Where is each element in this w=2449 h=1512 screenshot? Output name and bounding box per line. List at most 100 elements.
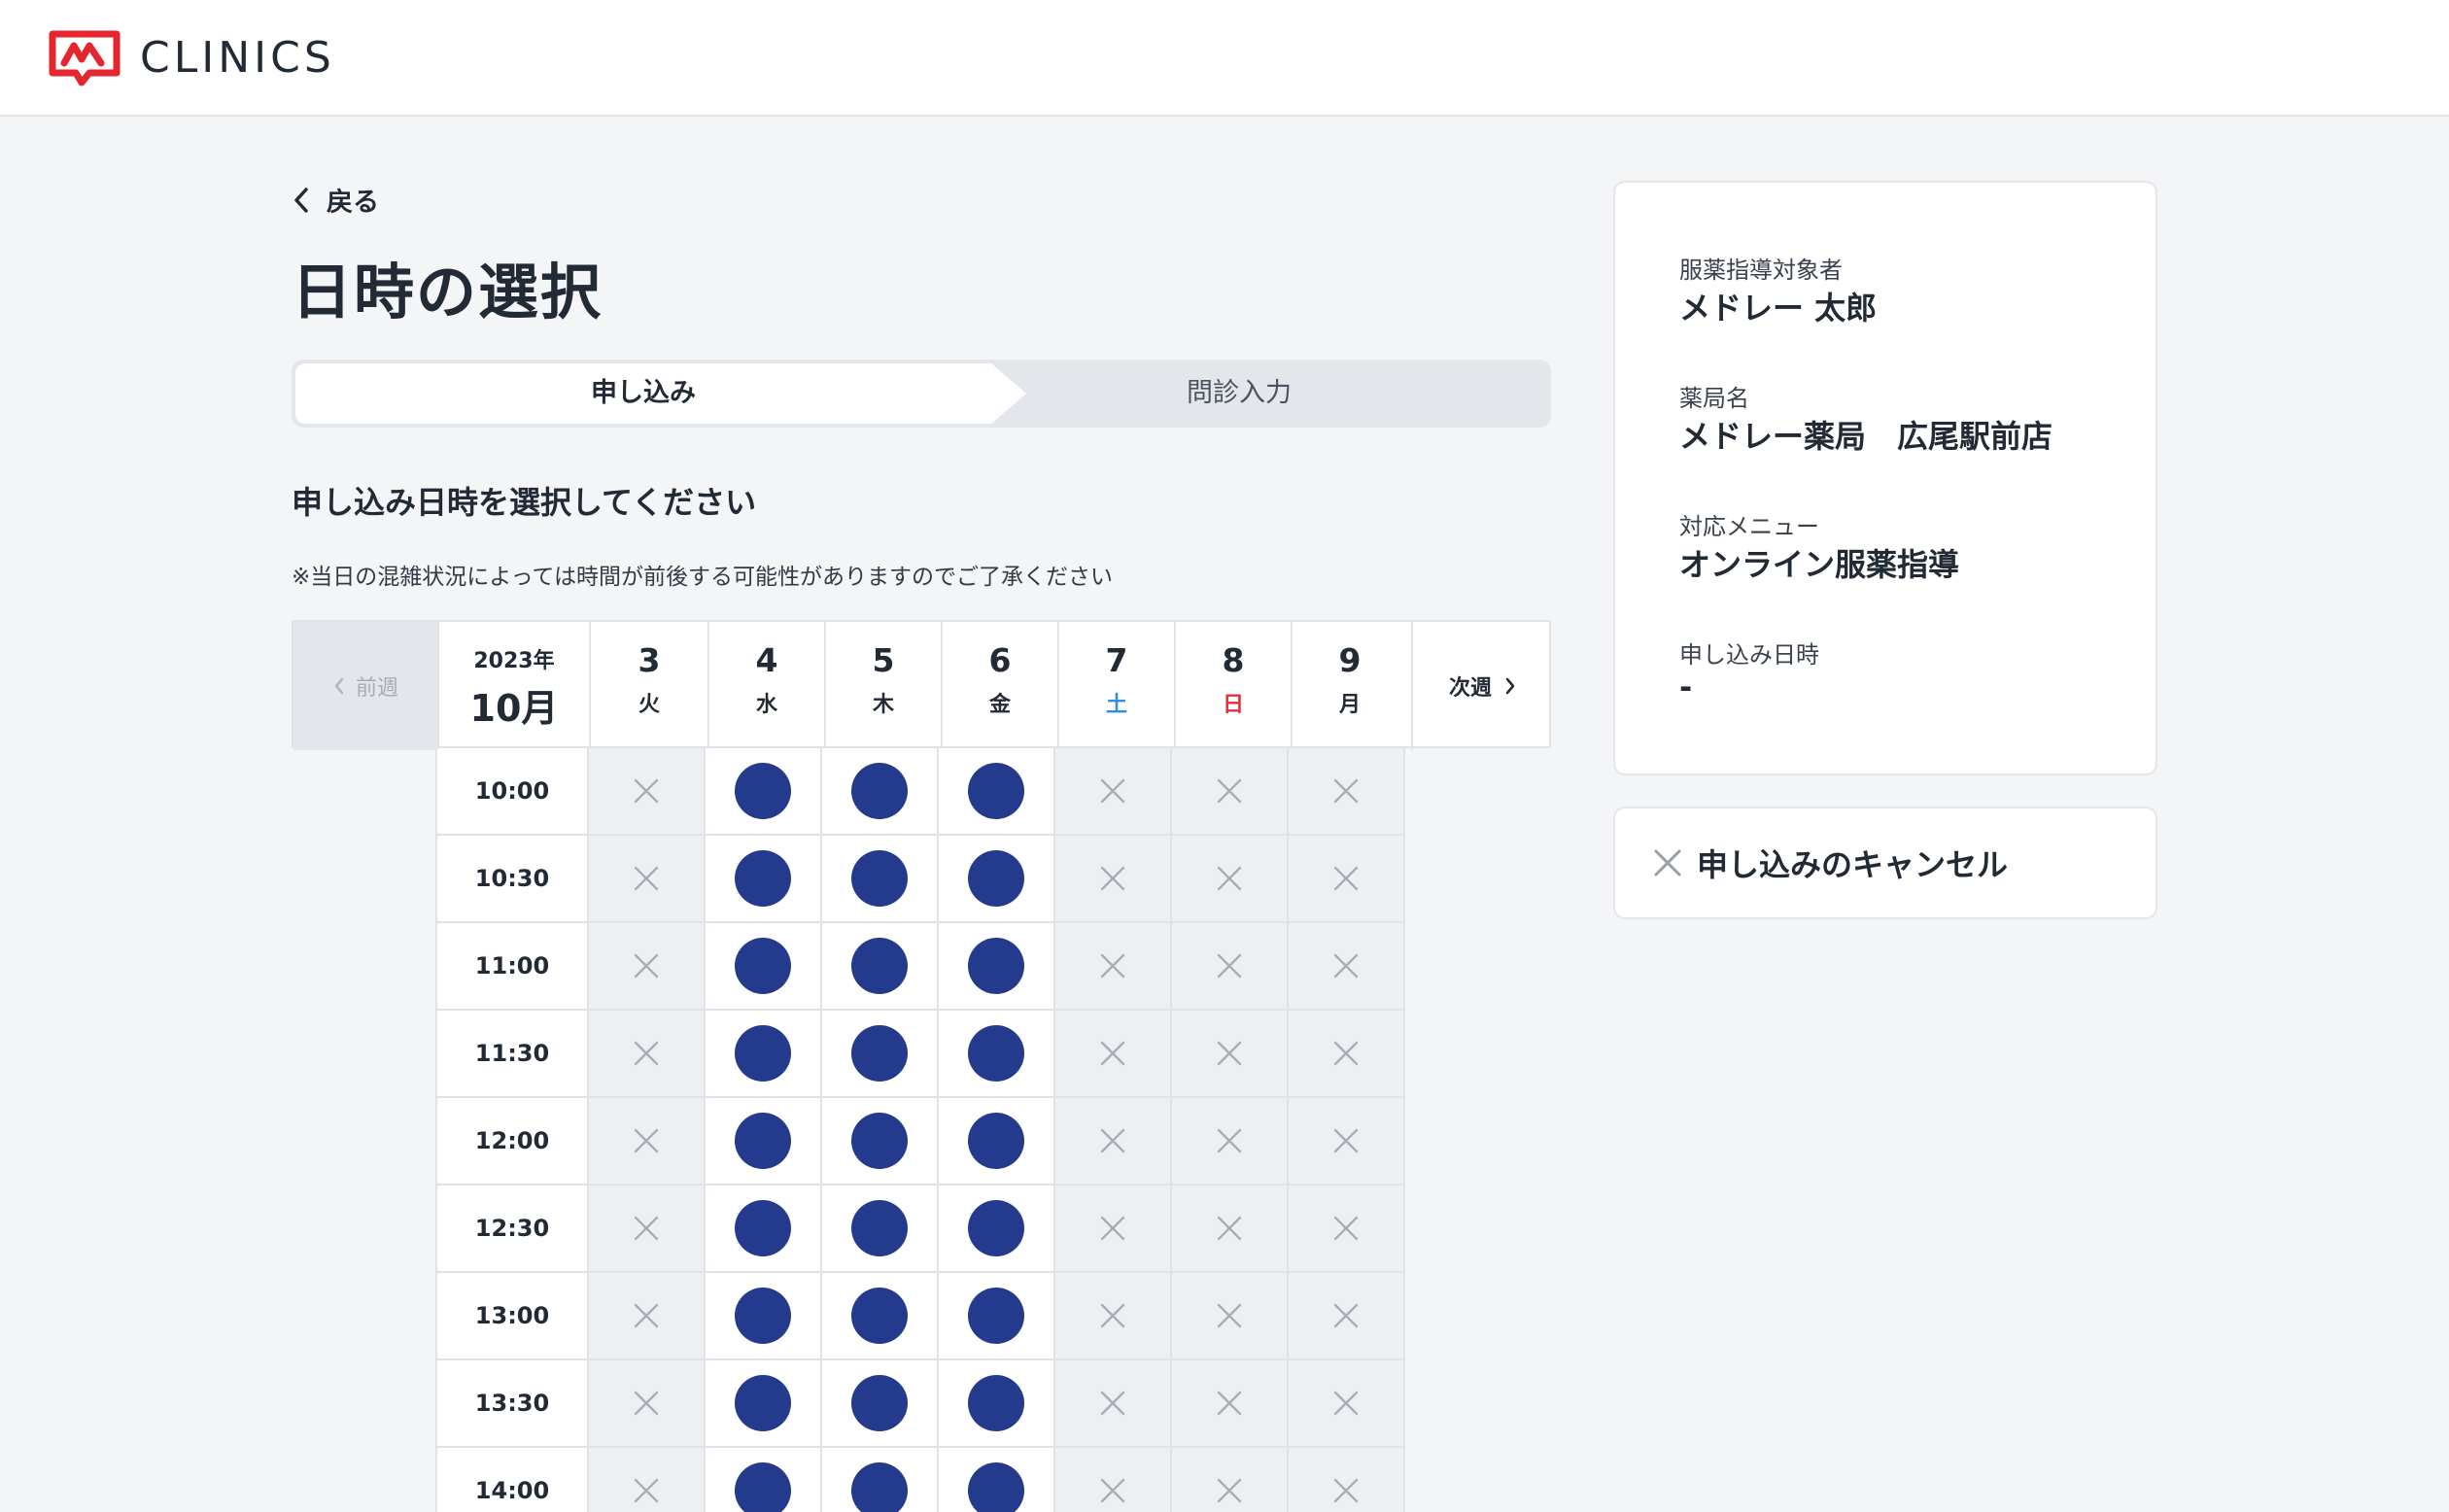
available-slot[interactable]	[939, 1360, 1055, 1448]
available-circle-icon	[851, 763, 908, 819]
time-row: 12:00	[435, 1098, 1409, 1186]
unavailable-cross-icon	[634, 1478, 659, 1503]
available-slot[interactable]	[822, 748, 939, 836]
unavailable-slot	[1289, 1360, 1405, 1448]
unavailable-cross-icon	[1100, 1216, 1125, 1241]
unavailable-slot	[1172, 1098, 1289, 1186]
day-weekday: 水	[755, 693, 777, 717]
available-slot[interactable]	[706, 1011, 822, 1098]
available-slot[interactable]	[822, 1186, 939, 1273]
available-slot[interactable]	[706, 1098, 822, 1186]
time-row: 13:30	[435, 1360, 1409, 1448]
available-circle-icon	[851, 1113, 908, 1169]
available-slot[interactable]	[706, 836, 822, 923]
time-row: 10:00	[435, 748, 1409, 836]
unavailable-slot	[1055, 836, 1172, 923]
unavailable-cross-icon	[1333, 1303, 1359, 1328]
available-circle-icon	[735, 1113, 791, 1169]
available-circle-icon	[968, 1113, 1024, 1169]
day-header: 9月	[1291, 622, 1407, 750]
unavailable-cross-icon	[634, 1041, 659, 1066]
step-application: 申し込み	[591, 378, 696, 408]
unavailable-slot	[1172, 1360, 1289, 1448]
available-slot[interactable]	[939, 748, 1055, 836]
available-slot[interactable]	[706, 1360, 822, 1448]
clinics-logo[interactable]: CLINICS	[47, 28, 335, 86]
available-circle-icon	[851, 1288, 908, 1344]
time-row: 11:30	[435, 1011, 1409, 1098]
available-slot[interactable]	[939, 836, 1055, 923]
unavailable-cross-icon	[1100, 953, 1125, 979]
unavailable-slot	[589, 1098, 706, 1186]
available-slot[interactable]	[706, 923, 822, 1011]
available-slot[interactable]	[939, 1273, 1055, 1360]
available-slot[interactable]	[706, 1448, 822, 1512]
available-slot[interactable]	[939, 1098, 1055, 1186]
unavailable-slot	[1172, 923, 1289, 1011]
available-circle-icon	[735, 1200, 791, 1256]
available-circle-icon	[968, 1200, 1024, 1256]
day-header: 5木	[824, 622, 941, 750]
chevron-right-icon	[1505, 677, 1515, 695]
day-number: 9	[1338, 641, 1362, 679]
available-slot[interactable]	[939, 923, 1055, 1011]
available-slot[interactable]	[939, 1186, 1055, 1273]
unavailable-slot	[1289, 1098, 1405, 1186]
close-icon	[1654, 849, 1681, 876]
patient-value: メドレー 太郎	[1679, 290, 1878, 326]
chevron-left-icon	[334, 677, 344, 695]
year-label: 2023年	[473, 649, 555, 673]
available-slot[interactable]	[822, 923, 939, 1011]
page-title: 日時の選択	[292, 257, 604, 327]
available-slot[interactable]	[822, 1448, 939, 1512]
day-number: 3	[638, 641, 661, 679]
available-slot[interactable]	[939, 1448, 1055, 1512]
cancel-application-button[interactable]: 申し込みのキャンセル	[1613, 807, 2157, 919]
available-slot[interactable]	[822, 1360, 939, 1448]
unavailable-slot	[1289, 748, 1405, 836]
available-slot[interactable]	[706, 1186, 822, 1273]
available-slot[interactable]	[706, 748, 822, 836]
unavailable-slot	[1289, 1273, 1405, 1360]
unavailable-slot	[1055, 1360, 1172, 1448]
available-circle-icon	[851, 1462, 908, 1512]
month-label: 10月	[469, 687, 559, 730]
unavailable-cross-icon	[1100, 1478, 1125, 1503]
unavailable-slot	[1172, 1273, 1289, 1360]
available-slot[interactable]	[822, 1098, 939, 1186]
unavailable-slot	[589, 1448, 706, 1512]
patient-label: 服薬指導対象者	[1679, 257, 1843, 284]
back-link[interactable]: 戻る	[292, 181, 379, 219]
unavailable-slot	[1289, 1011, 1405, 1098]
unavailable-slot	[1289, 923, 1405, 1011]
available-slot[interactable]	[822, 836, 939, 923]
next-week-button[interactable]: 次週	[1411, 622, 1553, 750]
available-circle-icon	[735, 1288, 791, 1344]
unavailable-slot	[1055, 1011, 1172, 1098]
unavailable-slot	[1172, 1448, 1289, 1512]
unavailable-slot	[589, 1273, 706, 1360]
time-label: 12:30	[435, 1186, 589, 1273]
unavailable-cross-icon	[634, 1303, 659, 1328]
available-circle-icon	[968, 1025, 1024, 1082]
unavailable-slot	[1055, 748, 1172, 836]
day-weekday: 木	[872, 693, 894, 717]
clinics-logo-icon	[49, 30, 121, 86]
available-slot[interactable]	[822, 1273, 939, 1360]
time-label: 12:00	[435, 1098, 589, 1186]
unavailable-slot	[589, 836, 706, 923]
unavailable-slot	[1172, 1011, 1289, 1098]
prev-week-button: 前週	[293, 622, 437, 750]
unavailable-cross-icon	[1333, 1041, 1359, 1066]
unavailable-cross-icon	[1217, 953, 1242, 979]
available-slot[interactable]	[822, 1011, 939, 1098]
time-label: 10:00	[435, 748, 589, 836]
available-circle-icon	[968, 763, 1024, 819]
available-slot[interactable]	[939, 1011, 1055, 1098]
available-slot[interactable]	[706, 1273, 822, 1360]
day-weekday: 金	[988, 693, 1011, 717]
available-circle-icon	[968, 1462, 1024, 1512]
available-circle-icon	[851, 1375, 908, 1431]
app-header: CLINICS	[0, 0, 2449, 117]
day-weekday: 土	[1105, 693, 1127, 717]
